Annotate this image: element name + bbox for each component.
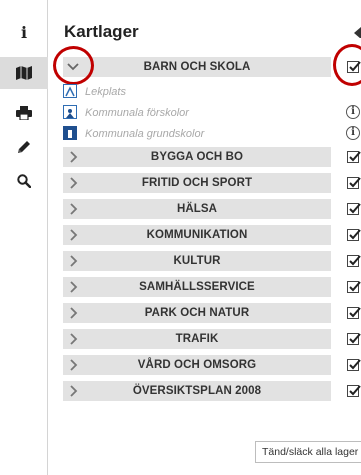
info-circle-icon[interactable]: i <box>346 105 360 119</box>
map-icon <box>16 66 32 80</box>
layer-group-samhallsservice: SAMHÄLLSSERVICE <box>63 277 361 297</box>
collapse-panel-button[interactable] <box>350 26 361 38</box>
layer-group-kommunikation: KOMMUNIKATION <box>63 225 361 245</box>
checkmark-icon <box>349 255 361 266</box>
caret-left-icon <box>354 27 361 38</box>
group-label: PARK OCH NATUR <box>144 307 250 319</box>
print-icon <box>16 106 32 120</box>
layers-button[interactable] <box>0 57 48 89</box>
group-label: KOMMUNIKATION <box>146 229 248 241</box>
info-icon: i <box>20 22 28 42</box>
layer-lekplats[interactable]: Lekplats <box>63 82 361 102</box>
highlight-circle-chevron <box>53 46 94 85</box>
group-checkbox[interactable] <box>347 385 361 397</box>
panel-title: Kartlager <box>64 22 139 41</box>
info-circle-icon[interactable]: i <box>346 126 360 140</box>
preschool-icon <box>63 105 77 119</box>
group-checkbox[interactable] <box>347 255 361 267</box>
search-icon <box>17 174 31 188</box>
checkmark-icon <box>349 151 361 162</box>
toggle-all-layers-button[interactable]: Tänd/släck alla lager <box>255 441 361 463</box>
checkmark-icon <box>349 177 361 188</box>
layer-group-oversiktsplan-2008: ÖVERSIKTSPLAN 2008 <box>63 381 361 401</box>
layer-kommunala-grundskolor[interactable]: Kommunala grundskolor i <box>63 124 361 144</box>
checkmark-icon <box>349 385 361 396</box>
group-label: BARN OCH SKOLA <box>143 61 251 73</box>
school-icon <box>63 126 77 140</box>
tool-sidebar: i <box>0 0 48 475</box>
layer-kommunala-forskolor[interactable]: Kommunala förskolor i <box>63 103 361 123</box>
print-button[interactable] <box>0 97 48 129</box>
group-checkbox[interactable] <box>347 359 361 371</box>
playground-icon <box>63 84 77 98</box>
layer-group-trafik: TRAFIK <box>63 329 361 349</box>
group-label: FRITID OCH SPORT <box>141 177 253 189</box>
pencil-icon <box>18 141 30 153</box>
group-checkbox[interactable] <box>347 177 361 189</box>
layer-group-barn-och-skola: BARN OCH SKOLA <box>63 57 361 77</box>
checkmark-icon <box>349 281 361 292</box>
info-button[interactable]: i <box>0 16 48 48</box>
group-label: HÄLSA <box>176 203 218 215</box>
layer-label: Lekplats <box>85 86 126 98</box>
layer-group-halsa: HÄLSA <box>63 199 361 219</box>
group-label: KULTUR <box>173 255 221 267</box>
checkmark-icon <box>349 307 361 318</box>
layer-label: Kommunala förskolor <box>85 107 189 119</box>
group-checkbox[interactable] <box>347 307 361 319</box>
group-checkbox[interactable] <box>347 151 361 163</box>
group-label: ÖVERSIKTSPLAN 2008 <box>132 385 262 397</box>
search-button[interactable] <box>0 165 48 197</box>
layer-group-kultur: KULTUR <box>63 251 361 271</box>
highlight-circle-checkbox <box>333 44 361 86</box>
layer-group-vard-och-omsorg: VÅRD OCH OMSORG <box>63 355 361 375</box>
group-checkbox[interactable] <box>347 203 361 215</box>
checkmark-icon <box>349 203 361 214</box>
checkmark-icon <box>349 229 361 240</box>
group-label: TRAFIK <box>175 333 219 345</box>
layer-label: Kommunala grundskolor <box>85 128 205 140</box>
group-label: BYGGA OCH BO <box>150 151 244 163</box>
group-checkbox[interactable] <box>347 229 361 241</box>
checkmark-icon <box>349 333 361 344</box>
layer-group-park-och-natur: PARK OCH NATUR <box>63 303 361 323</box>
draw-button[interactable] <box>0 131 48 163</box>
group-checkbox[interactable] <box>347 281 361 293</box>
group-label: VÅRD OCH OMSORG <box>137 359 257 371</box>
checkmark-icon <box>349 359 361 370</box>
group-checkbox[interactable] <box>347 333 361 345</box>
group-label: SAMHÄLLSSERVICE <box>139 281 255 293</box>
layer-group-fritid-och-sport: FRITID OCH SPORT <box>63 173 361 193</box>
layer-group-bygga-och-bo: BYGGA OCH BO <box>63 147 361 167</box>
